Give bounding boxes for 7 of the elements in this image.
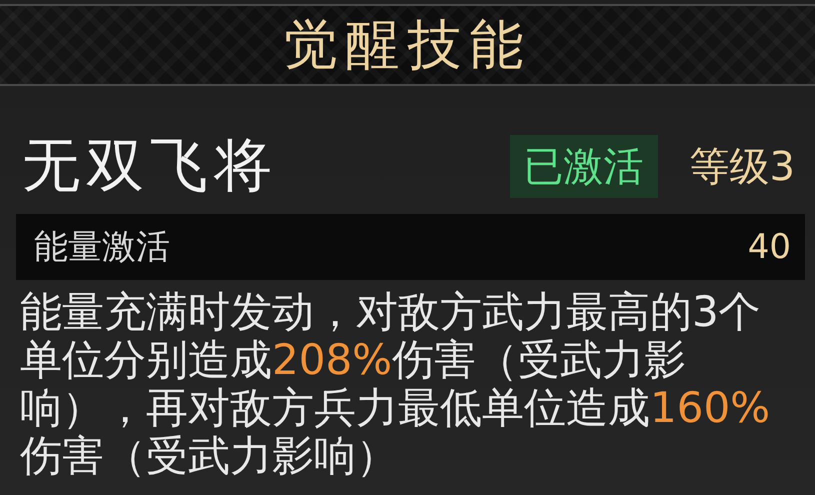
energy-label: 能量激活 (34, 226, 170, 269)
status-badge: 已激活 (510, 134, 658, 198)
panel-title: 觉醒技能 (284, 12, 532, 78)
energy-value: 40 (748, 227, 791, 267)
skill-name: 无双飞将 (22, 132, 279, 200)
skill-level: 等级3 (690, 142, 795, 192)
skill-description: 能量充满时发动，对敌方武力最高的3个单位分别造成208%伤害（受武力影响），再对敌方兵力最低单位造成160% 伤害（受武力影响） (20, 288, 772, 480)
